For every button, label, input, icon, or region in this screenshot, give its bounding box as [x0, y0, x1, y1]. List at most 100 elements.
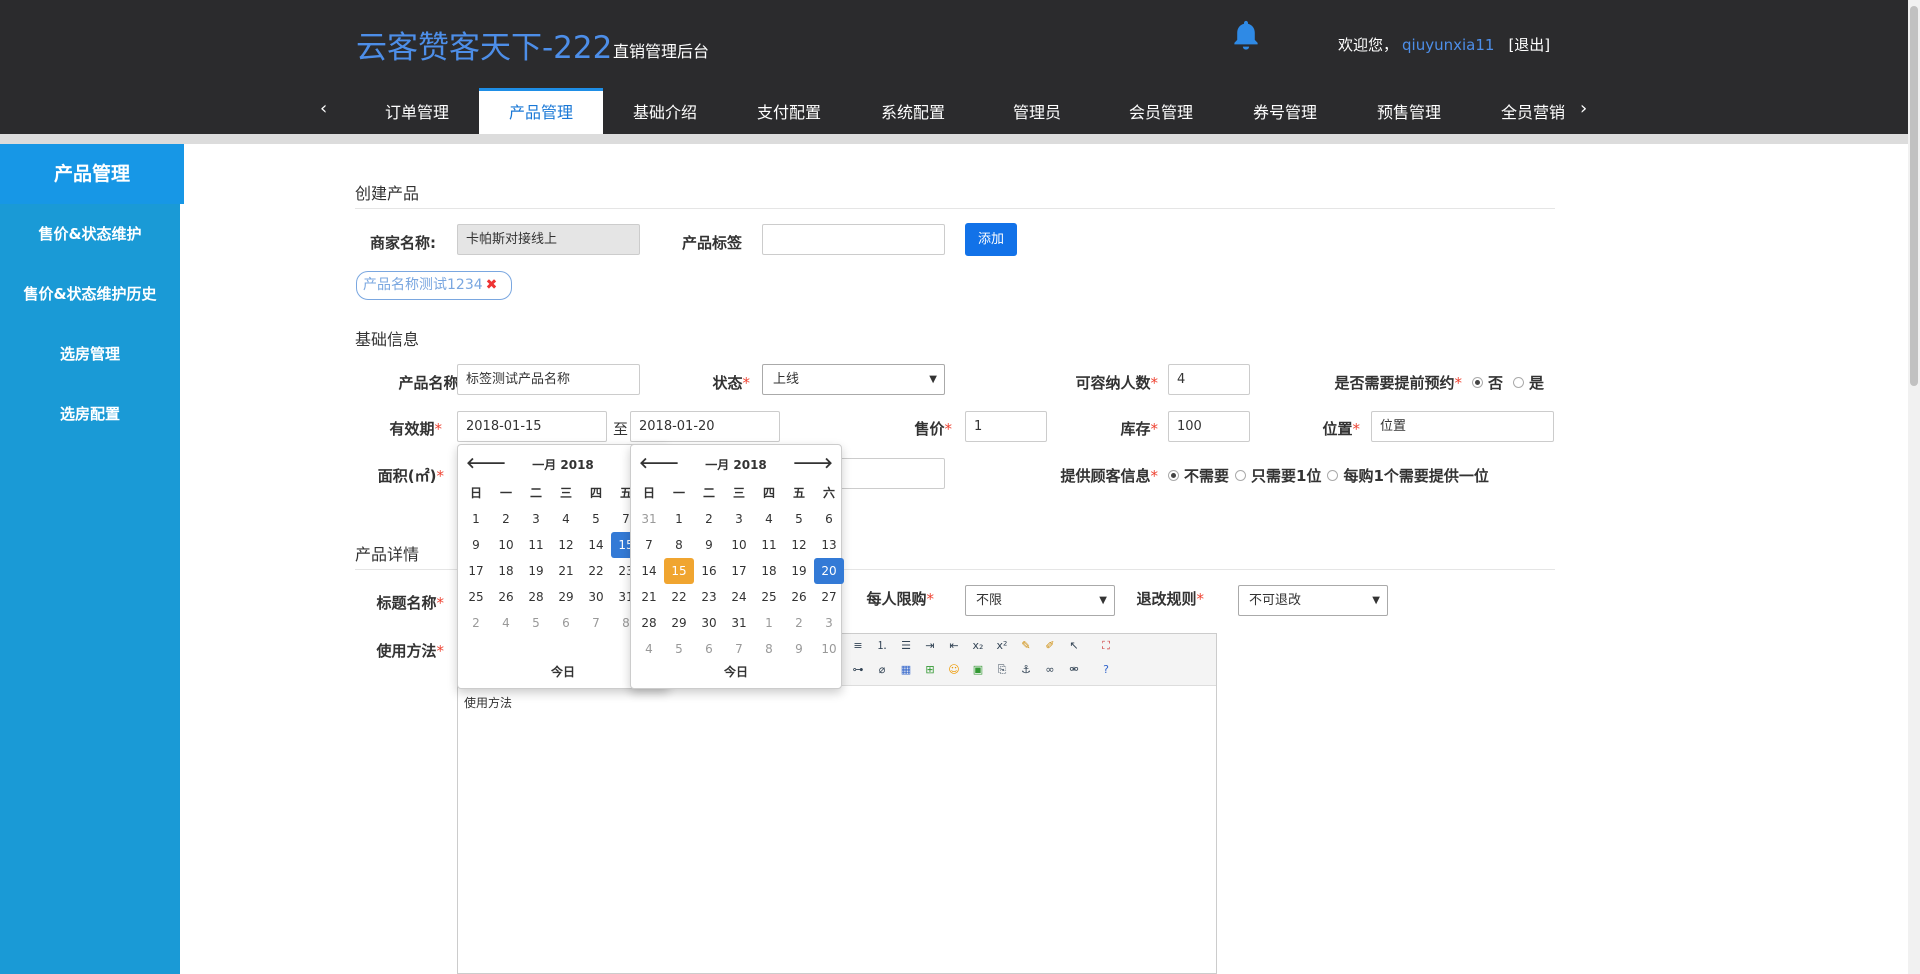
unordered-list-icon[interactable]: ☰ — [898, 638, 914, 654]
superscript-icon[interactable]: x² — [994, 638, 1010, 654]
insert-row-icon[interactable]: ⊞ — [922, 662, 938, 678]
calendar-day[interactable]: 10 — [814, 636, 844, 662]
calendar-day[interactable]: 8 — [664, 532, 694, 558]
calendar-day[interactable]: 1 — [754, 610, 784, 636]
tab-coupons[interactable]: 券号管理 — [1223, 88, 1347, 134]
close-icon[interactable]: ✖ — [486, 277, 498, 293]
tab-products[interactable]: 产品管理 — [479, 88, 603, 134]
outdent-icon[interactable]: ⇤ — [946, 638, 962, 654]
calendar-day[interactable]: 16 — [694, 558, 724, 584]
unlink-icon[interactable]: ⚮ — [1066, 662, 1082, 678]
calendar-day[interactable]: 25 — [754, 584, 784, 610]
format-painter-icon[interactable]: ✐ — [1042, 638, 1058, 654]
calendar-day[interactable]: 9 — [784, 636, 814, 662]
calendar-day[interactable]: 2 — [491, 506, 521, 532]
calendar-day[interactable]: 7 — [724, 636, 754, 662]
calendar-day[interactable]: 31 — [634, 506, 664, 532]
sidebar-item-room-config[interactable]: 选房配置 — [0, 384, 180, 444]
calendar-day[interactable]: 17 — [461, 558, 491, 584]
calendar-day[interactable]: 23 — [694, 584, 724, 610]
calendar-day[interactable]: 6 — [814, 506, 844, 532]
calendar-day[interactable]: 30 — [581, 584, 611, 610]
calendar-day[interactable]: 13 — [814, 532, 844, 558]
editor-content[interactable]: 使用方法 — [458, 686, 1216, 719]
sidebar-title[interactable]: 产品管理 — [0, 144, 184, 204]
tab-orders[interactable]: 订单管理 — [355, 88, 479, 134]
calendar-day[interactable]: 18 — [491, 558, 521, 584]
calendar-day[interactable]: 5 — [784, 506, 814, 532]
calendar-day[interactable]: 15 — [664, 558, 694, 584]
calendar-day[interactable]: 30 — [694, 610, 724, 636]
calendar-day[interactable]: 1 — [461, 506, 491, 532]
calendar-day[interactable]: 27 — [814, 584, 844, 610]
calendar-day[interactable]: 22 — [664, 584, 694, 610]
calendar-day[interactable]: 26 — [491, 584, 521, 610]
calendar-day[interactable]: 14 — [634, 558, 664, 584]
arrow-right-icon[interactable]: 🡒 — [793, 453, 833, 472]
justify-icon[interactable]: ≡ — [850, 638, 866, 654]
clear-format-icon[interactable]: ✎ — [1018, 638, 1034, 654]
tab-marketing[interactable]: 全员营销 — [1471, 88, 1595, 134]
calendar-day[interactable]: 3 — [521, 506, 551, 532]
product-name-field[interactable]: 标签测试产品名称 — [457, 364, 640, 395]
today-button[interactable]: 今日 — [631, 663, 841, 680]
calendar-day[interactable]: 4 — [551, 506, 581, 532]
tab-members[interactable]: 会员管理 — [1099, 88, 1223, 134]
calendar-day[interactable]: 5 — [664, 636, 694, 662]
calendar-day[interactable]: 12 — [551, 532, 581, 558]
calendar-day[interactable]: 8 — [754, 636, 784, 662]
calendar-day[interactable]: 28 — [521, 584, 551, 610]
calendar-day[interactable]: 11 — [521, 532, 551, 558]
add-tag-button[interactable]: 添加 — [965, 223, 1017, 256]
guest-each-radio[interactable] — [1327, 470, 1339, 481]
tab-presale[interactable]: 预售管理 — [1347, 88, 1471, 134]
calendar-day[interactable]: 3 — [724, 506, 754, 532]
tab-basic-intro[interactable]: 基础介绍 — [603, 88, 727, 134]
calendar-day[interactable]: 17 — [724, 558, 754, 584]
tab-admins[interactable]: 管理员 — [975, 88, 1099, 134]
page-scrollbar[interactable] — [1908, 0, 1920, 974]
attachment-icon[interactable]: ⌀ — [874, 662, 890, 678]
limit-select[interactable]: 不限 ▼ — [965, 585, 1115, 616]
calendar-day[interactable]: 24 — [724, 584, 754, 610]
calendar-day[interactable]: 19 — [784, 558, 814, 584]
calendar-day[interactable]: 20 — [814, 558, 844, 584]
status-select[interactable]: 上线 ▼ — [762, 364, 945, 395]
image-icon[interactable]: ▣ — [970, 662, 986, 678]
date-to-field[interactable]: 2018-01-20 — [630, 411, 780, 442]
bell-icon[interactable] — [1229, 18, 1263, 52]
stock-field[interactable]: 100 — [1168, 411, 1250, 442]
calendar-day[interactable]: 12 — [784, 532, 814, 558]
capacity-field[interactable]: 4 — [1168, 364, 1250, 395]
calendar-day[interactable]: 25 — [461, 584, 491, 610]
calendar-day[interactable]: 6 — [551, 610, 581, 636]
calendar-day[interactable]: 21 — [634, 584, 664, 610]
ordered-list-icon[interactable]: ⒈ — [874, 638, 890, 654]
calendar-day[interactable]: 31 — [724, 610, 754, 636]
page-break-icon[interactable]: ⎘ — [994, 662, 1010, 678]
tab-payment-config[interactable]: 支付配置 — [727, 88, 851, 134]
sidebar-item-room-selection[interactable]: 选房管理 — [0, 324, 180, 384]
calendar-day[interactable]: 6 — [694, 636, 724, 662]
calendar-day[interactable]: 2 — [784, 610, 814, 636]
logout-link[interactable]: [退出] — [1508, 36, 1550, 54]
fullscreen-icon[interactable]: ⛶ — [1098, 638, 1114, 654]
calendar-day[interactable]: 7 — [581, 610, 611, 636]
calendar-day[interactable]: 18 — [754, 558, 784, 584]
calendar-day[interactable]: 5 — [581, 506, 611, 532]
merchant-field[interactable]: 卡帕斯对接线上 — [457, 224, 640, 255]
calendar-day[interactable]: 9 — [694, 532, 724, 558]
calendar-day[interactable]: 4 — [754, 506, 784, 532]
indent-icon[interactable]: ⇥ — [922, 638, 938, 654]
sidebar-item-price-status[interactable]: 售价&状态维护 — [0, 204, 180, 264]
calendar-day[interactable]: 11 — [754, 532, 784, 558]
guest-one-radio[interactable] — [1235, 470, 1247, 481]
link-icon[interactable]: ∞ — [1042, 662, 1058, 678]
select-all-icon[interactable]: ↖ — [1066, 638, 1082, 654]
nav-prev-arrow[interactable]: ‹ — [320, 98, 327, 119]
calendar-day[interactable]: 4 — [491, 610, 521, 636]
calendar-day[interactable]: 28 — [634, 610, 664, 636]
link-image-icon[interactable]: ⊶ — [850, 662, 866, 678]
help-icon[interactable]: ? — [1098, 662, 1114, 678]
calendar-day[interactable]: 9 — [461, 532, 491, 558]
